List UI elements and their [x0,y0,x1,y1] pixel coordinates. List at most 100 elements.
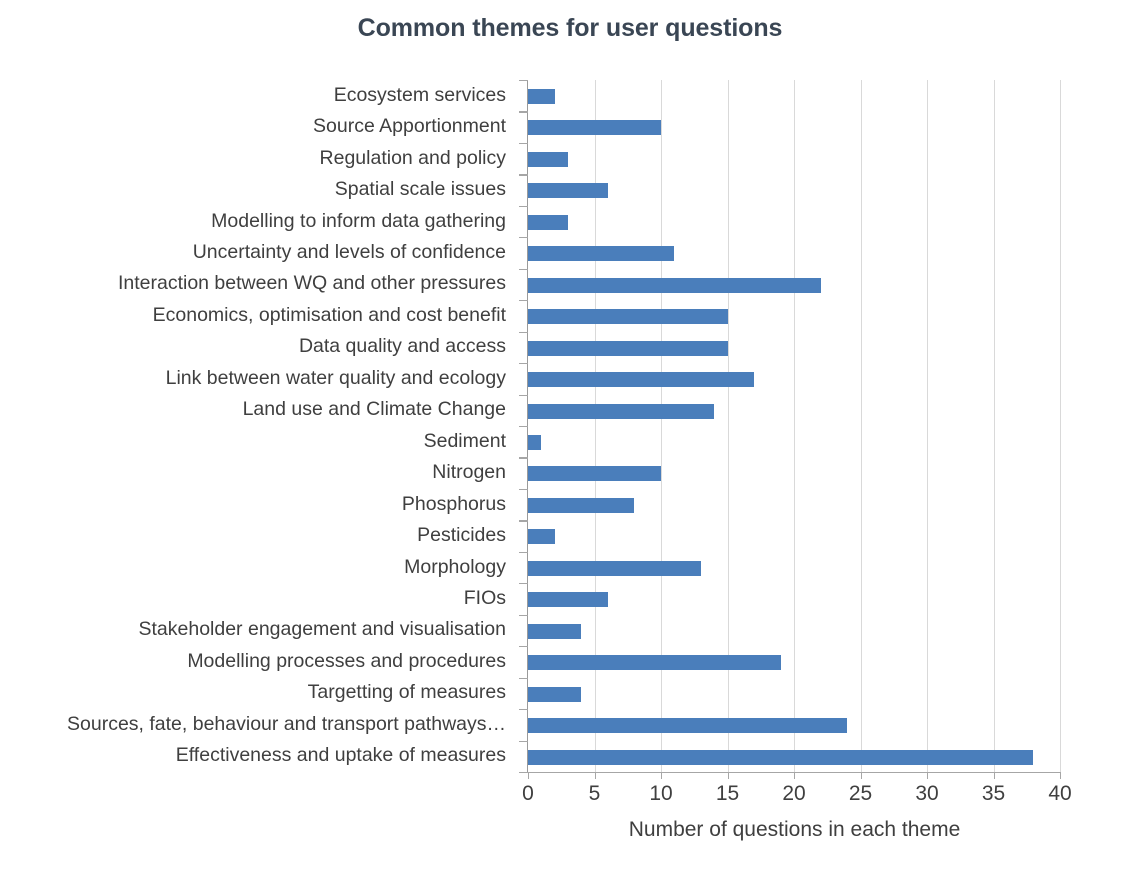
bar-row [528,646,1060,679]
bar[interactable] [528,246,675,262]
x-axis-tick [1060,773,1062,779]
bar[interactable] [528,435,542,450]
x-axis-tick-label: 20 [782,782,806,805]
bar[interactable] [528,686,582,702]
bar[interactable] [528,214,568,230]
x-axis-tick-label: 15 [715,782,740,805]
category-label: Sediment [423,429,506,452]
bar-row [528,111,1060,144]
category-label: Effectiveness and uptake of measures [175,744,506,767]
y-axis-tick [519,677,528,679]
category-label: Data quality and access [298,335,506,358]
bar-row [528,489,1060,522]
bar[interactable] [528,403,715,419]
y-axis-tick [519,174,528,176]
bar[interactable] [528,655,781,671]
y-axis-tick [519,488,528,491]
bar-row [528,520,1060,553]
y-axis-tick [519,520,528,522]
bar[interactable] [528,497,635,513]
bar-row [528,615,1060,648]
category-label: Targetting of measures [307,681,506,704]
category-label: Interaction between WQ and other pressur… [117,272,506,295]
x-axis-tick [860,773,862,779]
x-axis-tick-label: 0 [522,782,534,805]
bar-chart: Common themes for user questions Ecosyst… [0,0,1140,873]
bar[interactable] [528,592,608,608]
category-label: Uncertainty and levels of confidence [192,241,506,263]
x-axis-tick [528,773,530,779]
bar[interactable] [528,372,755,388]
bar[interactable] [528,340,728,356]
bar-row [528,237,1060,270]
bar[interactable] [528,466,661,482]
category-label: Economics, optimisation and cost benefit [152,303,506,326]
category-label: Spatial scale issues [334,178,506,201]
x-axis-tick-label: 10 [649,782,673,805]
bar-row [528,741,1060,774]
x-axis-tick [993,773,995,779]
bar-row [528,332,1060,365]
y-axis-tick [519,709,528,711]
bar-row [528,363,1060,396]
y-axis-tick [519,646,528,648]
bar[interactable] [528,623,582,639]
y-axis-tick [519,772,528,774]
y-axis-tick [519,394,528,396]
category-label: Phosphorus [401,492,506,515]
y-axis-tick [519,551,528,553]
y-axis-tick [519,426,528,428]
chart-title: Common themes for user questions [357,14,783,42]
category-label: Ecosystem services [333,83,506,106]
bar-row [528,80,1060,113]
y-axis-tick [519,740,528,742]
x-axis-title: Number of questions in each theme [628,818,961,841]
bar-row [528,269,1060,302]
x-axis-tick-label: 40 [1048,782,1072,805]
x-axis-tick-label: 35 [981,782,1006,805]
bar-row [528,206,1060,239]
bar[interactable] [528,718,848,734]
x-axis-tick [727,773,729,779]
y-axis-tick [519,300,528,302]
category-label: Pesticides [417,524,506,547]
bar[interactable] [528,529,555,545]
category-label: Nitrogen [432,461,506,484]
bar[interactable] [528,309,728,325]
y-axis-tick [519,142,528,145]
bar[interactable] [528,89,555,104]
x-axis-tick [594,773,596,779]
bar-row [528,395,1060,428]
y-axis-tick [519,237,528,239]
y-axis-tick [519,205,528,207]
category-label: Land use and Climate Change [242,398,506,421]
bar[interactable] [528,560,701,576]
bar-row [528,143,1060,176]
x-axis-tick-label: 25 [848,782,873,805]
bar-row [528,583,1060,616]
category-label: FIOs [463,587,506,609]
category-label: Regulation and policy [319,146,506,169]
y-axis-tick [519,268,528,270]
bar[interactable] [528,120,661,136]
bar[interactable] [528,277,821,293]
x-axis-tick-label: 5 [588,782,601,805]
y-axis-tick [519,457,528,459]
x-axis-tick-label: 30 [915,782,939,805]
x-axis-tick [794,773,796,779]
bar[interactable] [528,749,1034,765]
category-label: Link between water quality and ecology [165,366,506,389]
y-axis-tick [519,331,528,333]
category-label: Stakeholder engagement and visualisation [138,618,506,641]
bar[interactable] [528,183,608,199]
y-axis-tick [519,614,528,616]
bar-row [528,457,1060,490]
y-axis-tick [519,111,528,113]
x-axis-tick [661,773,663,779]
bar-row [528,552,1060,585]
bar-row [528,709,1060,742]
gridline [1060,80,1061,772]
bar[interactable] [528,151,568,167]
y-axis-tick [519,583,528,585]
bar-row [528,300,1060,333]
